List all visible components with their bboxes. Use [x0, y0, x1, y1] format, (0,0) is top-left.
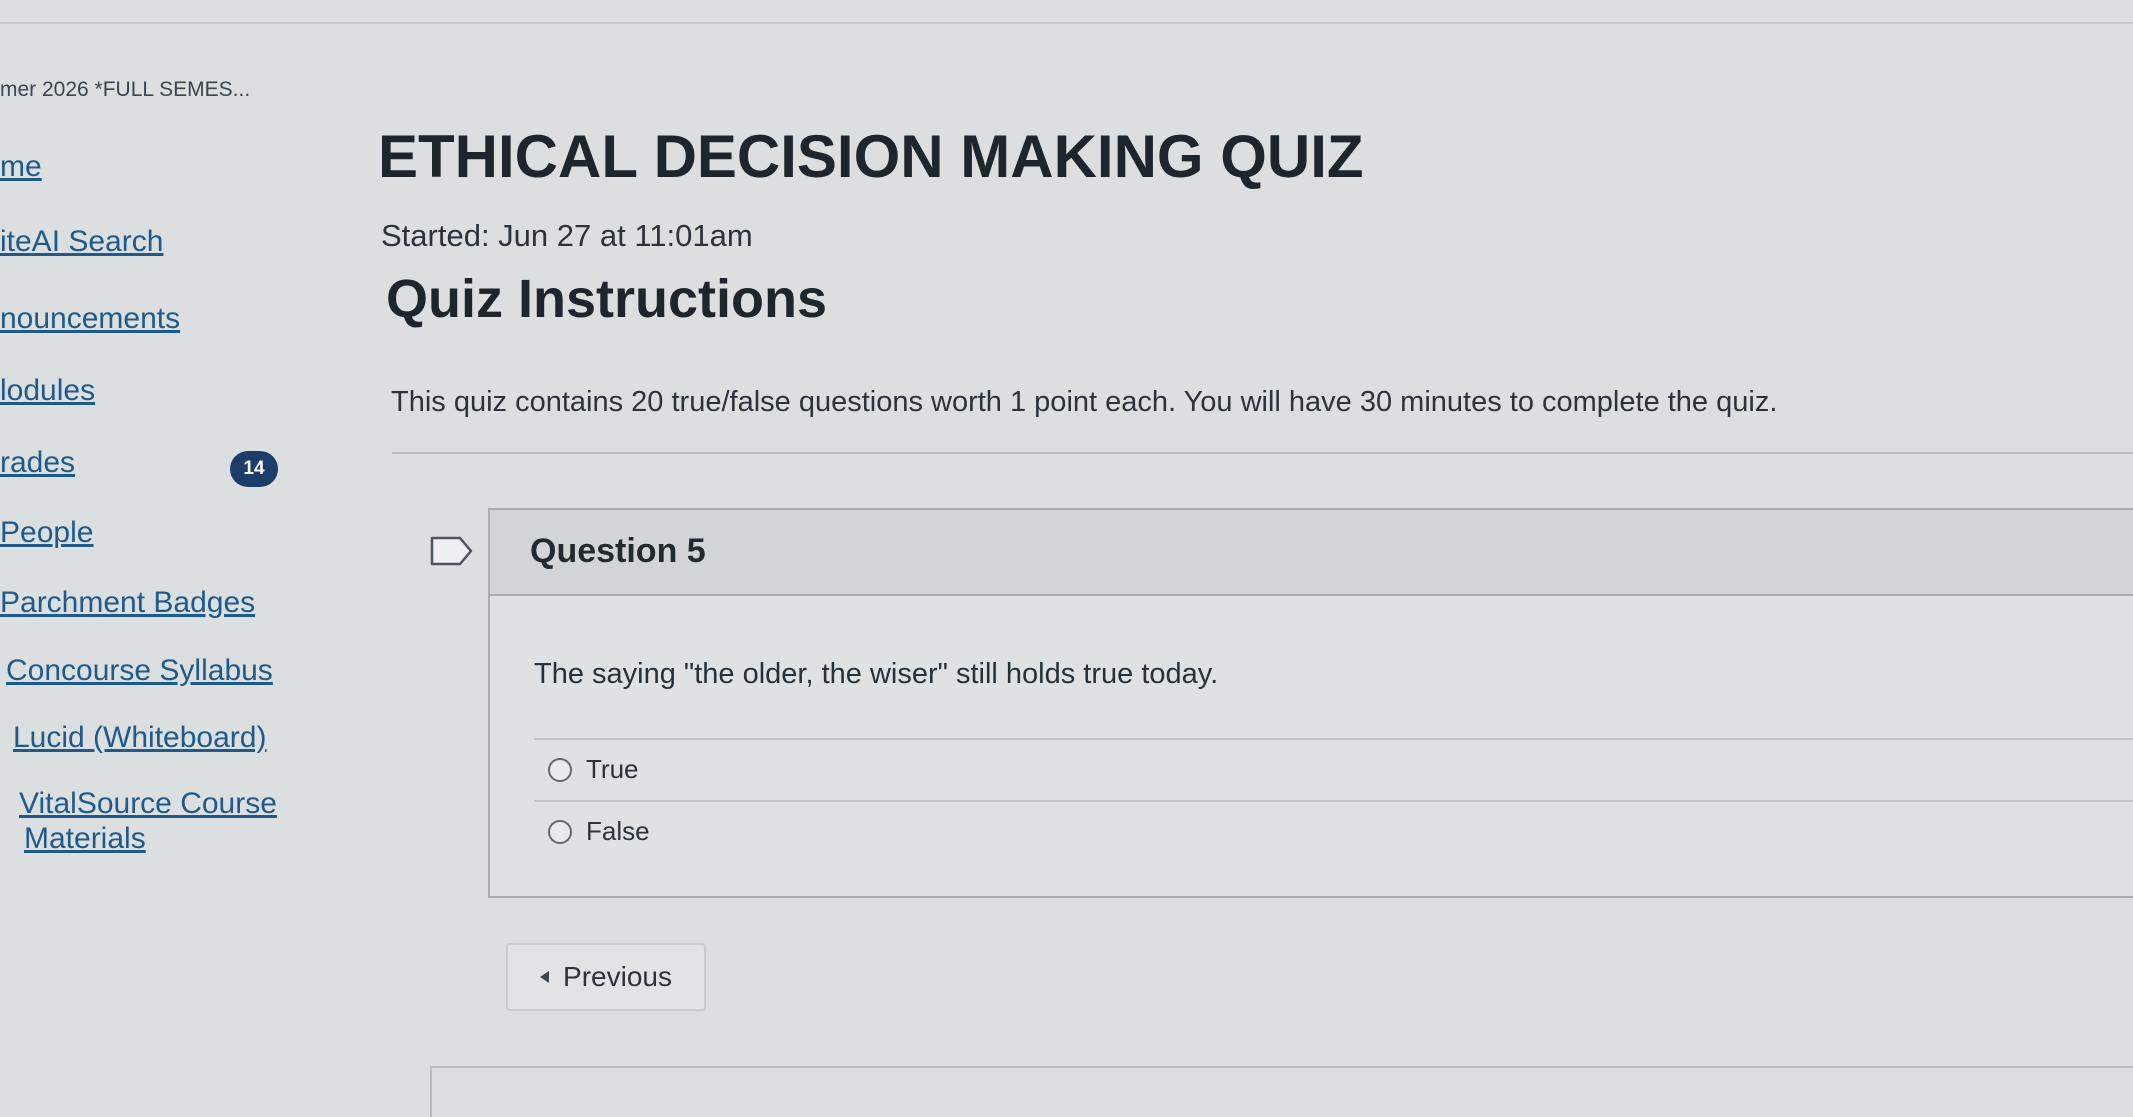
answer-label-true: True — [586, 754, 639, 784]
quiz-content: ETHICAL DECISION MAKING QUIZ Started: Ju… — [0, 0, 2133, 1117]
quiz-title: ETHICAL DECISION MAKING QUIZ — [378, 123, 1364, 190]
caret-left-icon — [540, 971, 550, 983]
instructions-text: This quiz contains 20 true/false questio… — [391, 386, 1778, 418]
previous-button-label: Previous — [563, 961, 672, 992]
question-header: Question 5 — [490, 510, 2133, 596]
quiz-started-time: Started: Jun 27 at 11:01am — [381, 218, 753, 253]
answer-option-false[interactable]: False — [548, 816, 650, 847]
instructions-heading: Quiz Instructions — [386, 269, 828, 329]
instructions-divider — [392, 452, 2133, 454]
radio-true[interactable] — [548, 757, 572, 782]
answers-divider-middle — [534, 800, 2133, 802]
previous-button[interactable]: Previous — [506, 943, 706, 1011]
answer-label-false: False — [586, 816, 650, 846]
radio-false[interactable] — [548, 819, 572, 844]
flag-question-icon[interactable] — [430, 535, 474, 567]
question-title: Question 5 — [530, 532, 706, 570]
question-text: The saying "the older, the wiser" still … — [534, 658, 1219, 690]
question-navigation-panel — [430, 1066, 2133, 1117]
question-card: Question 5 The saying "the older, the wi… — [488, 508, 2133, 898]
answers-divider-top — [534, 738, 2133, 740]
answer-option-true[interactable]: True — [548, 754, 639, 785]
